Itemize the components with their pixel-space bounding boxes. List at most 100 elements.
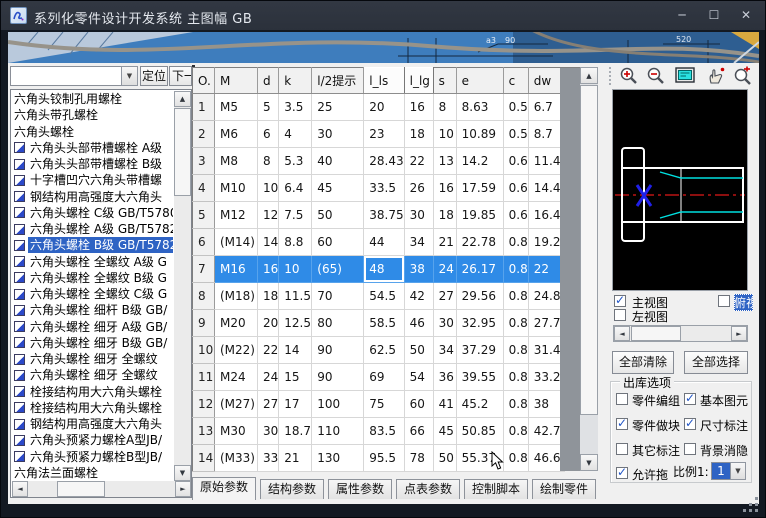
scale-dropdown-icon[interactable]: ▼ bbox=[730, 462, 746, 480]
data-cell[interactable]: 8.63 bbox=[456, 94, 503, 121]
column-header[interactable]: d bbox=[258, 68, 279, 94]
clear-all-button[interactable]: 全部清除 bbox=[612, 351, 674, 374]
data-cell[interactable]: 58.5 bbox=[364, 310, 404, 337]
data-cell[interactable]: M20 bbox=[215, 310, 258, 337]
basic-primitives-checkbox[interactable] bbox=[684, 393, 696, 405]
list-item[interactable]: 六角头带孔螺栓 bbox=[12, 107, 173, 123]
list-item[interactable]: 钢结构用高强度大六角头 bbox=[12, 189, 173, 205]
data-cell[interactable]: 42 bbox=[404, 283, 433, 310]
row-number-cell[interactable]: 2 bbox=[193, 121, 215, 148]
main-view-checkbox[interactable] bbox=[614, 295, 626, 307]
data-cell[interactable]: M6 bbox=[215, 121, 258, 148]
scroll-left-icon[interactable]: ◄ bbox=[12, 481, 28, 497]
scroll-right-icon[interactable]: ► bbox=[175, 481, 191, 497]
data-cell[interactable]: 19.85 bbox=[456, 202, 503, 229]
data-cell[interactable]: 30 bbox=[433, 310, 456, 337]
data-cell[interactable]: (M22) bbox=[215, 337, 258, 364]
row-number-cell[interactable]: 14 bbox=[193, 445, 215, 472]
row-number-cell[interactable]: 12 bbox=[193, 391, 215, 418]
data-cell[interactable]: 33.2 bbox=[528, 364, 564, 391]
list-hscrollbar[interactable]: ◄ ► bbox=[12, 481, 191, 497]
data-cell[interactable]: 20 bbox=[258, 310, 279, 337]
data-cell[interactable]: 54 bbox=[404, 364, 433, 391]
data-cell[interactable]: 24 bbox=[433, 256, 456, 283]
other-annotation-checkbox[interactable] bbox=[616, 443, 628, 455]
data-cell[interactable]: 21 bbox=[433, 229, 456, 256]
table-vscrollbar[interactable]: ▲ ▼ bbox=[580, 67, 598, 471]
data-cell[interactable]: (M14) bbox=[215, 229, 258, 256]
preview-hscroll-thumb[interactable] bbox=[631, 326, 681, 341]
data-cell[interactable]: 100 bbox=[312, 391, 364, 418]
data-cell[interactable]: 8.8 bbox=[279, 229, 312, 256]
list-item[interactable]: 六角头螺栓 细牙 B级 GB/ bbox=[12, 335, 173, 351]
list-item[interactable]: 六角头螺栓 A级 GB/T5782 bbox=[12, 221, 173, 237]
table-row[interactable]: 14(M33)332113095.5785055.370.846.6 bbox=[193, 445, 565, 472]
data-cell[interactable]: 38.75 bbox=[364, 202, 404, 229]
dimension-checkbox[interactable] bbox=[684, 418, 696, 430]
list-item[interactable]: 六角头铰制孔用螺栓 bbox=[12, 91, 173, 107]
column-header[interactable]: M bbox=[215, 68, 258, 94]
data-cell[interactable]: 29.56 bbox=[456, 283, 503, 310]
data-cell[interactable]: 19.2 bbox=[528, 229, 564, 256]
scroll-up-icon[interactable]: ▲ bbox=[174, 91, 191, 107]
data-cell[interactable]: 14.4 bbox=[528, 175, 564, 202]
data-cell[interactable]: 0.6 bbox=[503, 175, 528, 202]
list-item[interactable]: 六角头螺栓 细牙 A级 GB/ bbox=[12, 319, 173, 335]
row-number-cell[interactable]: 9 bbox=[193, 310, 215, 337]
row-number-cell[interactable]: 4 bbox=[193, 175, 215, 202]
data-cell[interactable]: M16 bbox=[215, 256, 258, 283]
data-cell[interactable]: 7.5 bbox=[279, 202, 312, 229]
data-cell[interactable]: 45 bbox=[312, 175, 364, 202]
data-cell[interactable]: 26.17 bbox=[456, 256, 503, 283]
data-cell[interactable]: 0.8 bbox=[503, 337, 528, 364]
data-cell[interactable]: 8 bbox=[258, 148, 279, 175]
data-cell[interactable]: 0.8 bbox=[503, 445, 528, 472]
data-cell[interactable]: 33.5 bbox=[364, 175, 404, 202]
data-cell[interactable]: 78 bbox=[404, 445, 433, 472]
tab-inactive[interactable]: 控制脚本 bbox=[464, 479, 528, 499]
data-cell[interactable]: 20 bbox=[364, 94, 404, 121]
scroll-right-icon[interactable]: ► bbox=[731, 326, 747, 341]
table-row[interactable]: 11M2424159069543639.550.833.2 bbox=[193, 364, 565, 391]
scroll-up-icon[interactable]: ▲ bbox=[580, 67, 598, 84]
data-cell[interactable]: 27.7 bbox=[528, 310, 564, 337]
data-cell[interactable]: 24.8 bbox=[528, 283, 564, 310]
table-row[interactable]: 9M202012.58058.5463032.950.827.7 bbox=[193, 310, 565, 337]
data-cell[interactable]: M24 bbox=[215, 364, 258, 391]
data-cell[interactable]: 5.3 bbox=[279, 148, 312, 175]
column-header[interactable]: l_ls bbox=[364, 68, 404, 94]
tab-inactive[interactable]: 绘制零件 bbox=[532, 479, 596, 499]
data-cell[interactable]: 22.78 bbox=[456, 229, 503, 256]
data-cell[interactable]: 17.59 bbox=[456, 175, 503, 202]
list-item[interactable]: 六角头螺栓 细牙 全螺纹 bbox=[12, 367, 173, 383]
table-vscroll-thumb[interactable] bbox=[580, 85, 598, 415]
data-cell[interactable]: 16 bbox=[404, 94, 433, 121]
data-cell[interactable]: 90 bbox=[312, 337, 364, 364]
data-cell[interactable]: 41 bbox=[433, 391, 456, 418]
data-cell[interactable]: 46.6 bbox=[528, 445, 564, 472]
column-header[interactable]: l/2提示 bbox=[312, 68, 364, 94]
data-cell[interactable]: 0.5 bbox=[503, 94, 528, 121]
zoom-out-icon[interactable] bbox=[645, 66, 669, 86]
data-cell[interactable]: (M27) bbox=[215, 391, 258, 418]
data-cell[interactable]: 15 bbox=[279, 364, 312, 391]
list-item[interactable]: 栓接结构用大六角头螺栓 bbox=[12, 400, 173, 416]
data-cell[interactable]: 0.8 bbox=[503, 229, 528, 256]
data-cell[interactable]: 34 bbox=[404, 229, 433, 256]
data-cell[interactable]: 3.5 bbox=[279, 94, 312, 121]
data-cell[interactable]: 75 bbox=[364, 391, 404, 418]
list-item[interactable]: 六角头螺栓 bbox=[12, 124, 173, 140]
data-cell[interactable]: (65) bbox=[312, 256, 364, 283]
search-dropdown-button[interactable]: ▼ bbox=[121, 66, 138, 86]
allow-drag-checkbox[interactable] bbox=[616, 467, 628, 479]
data-cell[interactable]: M12 bbox=[215, 202, 258, 229]
data-cell[interactable]: 0.8 bbox=[503, 418, 528, 445]
data-cell[interactable]: 18 bbox=[404, 121, 433, 148]
table-row[interactable]: 3M885.34028.43221314.20.611.4 bbox=[193, 148, 565, 175]
data-cell[interactable]: 30 bbox=[404, 202, 433, 229]
locate-button[interactable]: 定位 bbox=[140, 66, 168, 86]
data-cell[interactable]: 83.5 bbox=[364, 418, 404, 445]
list-item[interactable]: 六角头螺栓 全螺纹 B级 G bbox=[12, 270, 173, 286]
table-row[interactable]: 1M553.525201688.630.56.7 bbox=[193, 94, 565, 121]
preview-display-icon[interactable] bbox=[674, 66, 698, 86]
